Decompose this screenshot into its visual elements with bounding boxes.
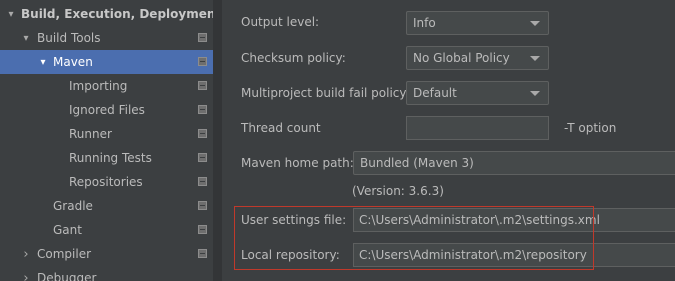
tree-item-label: Runner: [69, 127, 112, 141]
output-level-value: Info: [413, 16, 436, 30]
tree-item-running-tests[interactable]: Running Tests: [0, 146, 213, 170]
chevron-right-icon[interactable]: ›: [20, 271, 32, 281]
output-level-dropdown[interactable]: Info: [406, 11, 549, 35]
project-page-icon: [198, 33, 207, 42]
chevron-down-icon: [530, 56, 540, 61]
thread-count-label: Thread count: [241, 121, 321, 135]
maven-home-dropdown[interactable]: Bundled (Maven 3): [353, 151, 675, 175]
tree-item-build-tools[interactable]: ▾ Build Tools: [0, 26, 213, 50]
maven-home-value: Bundled (Maven 3): [360, 156, 474, 170]
project-page-icon: [198, 57, 207, 66]
project-page-icon: [198, 201, 207, 210]
project-page-icon: [198, 105, 207, 114]
output-level-label: Output level:: [241, 15, 320, 29]
chevron-down-icon[interactable]: ▾: [37, 56, 49, 68]
project-page-icon: [198, 81, 207, 90]
tree-item-maven[interactable]: ▾ Maven: [0, 50, 213, 74]
settings-tree: ▾ Build, Execution, Deployment ▾ Build T…: [0, 0, 213, 281]
chevron-down-icon: [530, 91, 540, 96]
tree-item-label: Running Tests: [69, 151, 152, 165]
thread-count-hint: -T option: [564, 121, 617, 135]
tree-item-repositories[interactable]: Repositories: [0, 170, 213, 194]
project-page-icon: [198, 249, 207, 258]
checksum-policy-dropdown[interactable]: No Global Policy: [406, 46, 549, 70]
checksum-policy-label: Checksum policy:: [241, 51, 346, 65]
chevron-down-icon[interactable]: ▾: [5, 8, 17, 20]
annotation-highlight-box: [234, 206, 594, 270]
tree-item-label: Importing: [69, 79, 128, 93]
tree-item-compiler[interactable]: › Compiler: [0, 242, 213, 266]
tree-item-importing[interactable]: Importing: [0, 74, 213, 98]
tree-item-runner[interactable]: Runner: [0, 122, 213, 146]
chevron-down-icon: [530, 21, 540, 26]
checksum-policy-value: No Global Policy: [413, 51, 510, 65]
tree-item-label: Gant: [53, 223, 82, 237]
tree-item-label: Ignored Files: [69, 103, 145, 117]
maven-version-text: (Version: 3.6.3): [352, 184, 444, 198]
thread-count-input[interactable]: [406, 116, 549, 140]
tree-item-build-execution-deployment[interactable]: ▾ Build, Execution, Deployment: [0, 2, 213, 26]
project-page-icon: [198, 153, 207, 162]
project-page-icon: [198, 177, 207, 186]
project-page-icon: [198, 129, 207, 138]
tree-item-label: Debugger: [37, 271, 97, 281]
panel-splitter[interactable]: [213, 0, 222, 281]
tree-item-gant[interactable]: Gant: [0, 218, 213, 242]
tree-item-gradle[interactable]: Gradle: [0, 194, 213, 218]
project-page-icon: [198, 225, 207, 234]
tree-item-label: Build Tools: [37, 31, 101, 45]
tree-item-label: Build, Execution, Deployment: [21, 7, 213, 21]
multiproject-fail-policy-dropdown[interactable]: Default: [406, 81, 549, 105]
tree-item-ignored-files[interactable]: Ignored Files: [0, 98, 213, 122]
chevron-right-icon[interactable]: ›: [20, 247, 32, 262]
multiproject-fail-policy-value: Default: [413, 86, 457, 100]
tree-item-label: Repositories: [69, 175, 143, 189]
tree-item-debugger[interactable]: › Debugger: [0, 266, 213, 281]
tree-item-label: Compiler: [37, 247, 92, 261]
maven-home-label: Maven home path:: [241, 156, 354, 170]
multiproject-fail-policy-label: Multiproject build fail policy:: [241, 86, 410, 100]
chevron-down-icon[interactable]: ▾: [20, 32, 32, 44]
tree-item-label: Maven: [53, 55, 93, 69]
tree-item-label: Gradle: [53, 199, 93, 213]
